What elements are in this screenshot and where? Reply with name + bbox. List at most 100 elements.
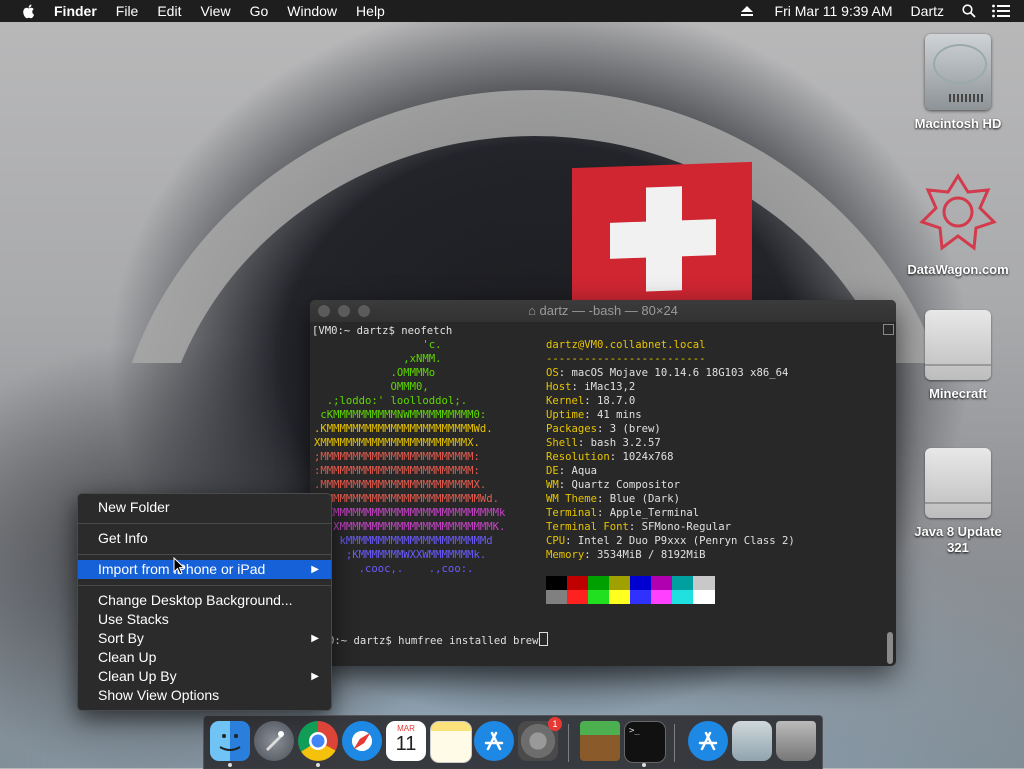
neofetch-info-line: Shell: bash 3.2.57 <box>546 437 661 449</box>
menu-item-get-info[interactable]: Get Info <box>78 529 331 548</box>
neofetch-logo-line: .cooc,. .,coo:. <box>314 563 474 575</box>
dock-preview-icon[interactable] <box>732 721 772 761</box>
terminal-content[interactable]: [VM0:~ dartz$ neofetch 'c. ,xNMM. .OMMMM… <box>310 322 896 666</box>
desktop-icon-datawagon[interactable]: DataWagon.com <box>903 172 1013 278</box>
color-swatch <box>630 590 652 604</box>
menu-bar: Finder File Edit View Go Window Help Fri… <box>0 0 1024 22</box>
color-swatch <box>693 576 715 590</box>
dock-calendar-icon[interactable]: MAR 11 <box>386 721 426 761</box>
split-pane-button[interactable] <box>883 324 894 335</box>
menu-item-use-stacks[interactable]: Use Stacks <box>78 610 331 629</box>
desktop-icon-macintosh-hd[interactable]: Macintosh HD <box>903 34 1013 132</box>
menu-item-sort-by[interactable]: Sort By ▶ <box>78 629 331 648</box>
terminal-window[interactable]: ⌂ dartz — -bash — 80×24 [VM0:~ dartz$ ne… <box>310 300 896 666</box>
menu-separator <box>78 523 331 524</box>
menu-item-show-view-options[interactable]: Show View Options <box>78 686 331 705</box>
dock-notes-icon[interactable] <box>430 721 472 763</box>
neofetch-divider: ------------------------- <box>546 353 706 365</box>
spotlight-search-icon[interactable] <box>962 4 976 18</box>
desktop-icon-label: Minecraft <box>929 386 987 401</box>
terminal-title: dartz — -bash — 80×24 <box>539 303 678 318</box>
dock-chrome-icon[interactable] <box>298 721 338 761</box>
menu-item-import-from-iphone[interactable]: Import from iPhone or iPad ▶ <box>78 560 331 579</box>
color-swatch <box>630 576 652 590</box>
color-swatch <box>567 576 589 590</box>
dock-launchpad-icon[interactable] <box>254 721 294 761</box>
neofetch-logo-line: .XMMMMMMMMMMMMMMMMMMMMMMMMK. <box>314 521 506 533</box>
desktop-icon-minecraft[interactable]: Minecraft <box>903 310 1013 402</box>
neofetch-logo-line: OMMM0, <box>314 381 429 393</box>
dock-trash-icon[interactable] <box>776 721 816 761</box>
neofetch-info-line: Resolution: 1024x768 <box>546 451 674 463</box>
dock: MAR 11 1 >_ <box>203 715 823 769</box>
neofetch-logo-line: kMMMMMMMMMMMMMMMMMMMMMMMMWd. <box>314 493 499 505</box>
neofetch-info-line: DE: Aqua <box>546 465 598 477</box>
apple-menu-icon[interactable] <box>20 2 38 20</box>
neofetch-logo-line: ,xNMM. <box>314 353 442 365</box>
neofetch-logo-line: kMMMMMMMMMMMMMMMMMMMMMMd <box>314 535 493 547</box>
neofetch-info-line: Kernel: 18.7.0 <box>546 395 636 407</box>
neofetch-logo-line: ;KMMMMMMMWXXWMMMMMMMk. <box>314 549 487 561</box>
neofetch-logo-line: 'c. <box>314 339 442 351</box>
neofetch-info-line: CPU: Intel 2 Duo P9xxx (Penryn Class 2) <box>546 535 795 547</box>
close-button[interactable] <box>318 305 330 317</box>
menu-finder[interactable]: Finder <box>54 3 97 19</box>
disk-image-icon <box>925 310 991 380</box>
neofetch-logo-line: :MMMMMMMMMMMMMMMMMMMMMMMM: <box>314 465 480 477</box>
color-swatch <box>651 590 673 604</box>
color-swatch <box>609 590 631 604</box>
color-swatch <box>588 576 610 590</box>
neofetch-userhost: dartz@VM0.collabnet.local <box>546 339 706 351</box>
menu-separator <box>78 585 331 586</box>
menu-go[interactable]: Go <box>250 3 269 19</box>
dock-minecraft-icon[interactable] <box>580 721 620 761</box>
menu-item-clean-up[interactable]: Clean Up <box>78 648 331 667</box>
disk-image-icon <box>925 448 991 518</box>
dock-system-preferences-icon[interactable]: 1 <box>518 717 562 761</box>
neofetch-logo-line: .;loddo:' loolloddol;. <box>314 395 468 407</box>
eject-icon[interactable] <box>740 6 753 16</box>
menu-view[interactable]: View <box>200 3 230 19</box>
neofetch-info-line: WM Theme: Blue (Dark) <box>546 493 680 505</box>
neofetch-logo-line: .XMMMMMMMMMMMMMMMMMMMMMMMMMMk <box>314 507 506 519</box>
submenu-arrow-icon: ▶ <box>311 671 319 682</box>
neofetch-info-line: Terminal Font: SFMono-Regular <box>546 521 731 533</box>
color-swatch <box>693 590 715 604</box>
menu-window[interactable]: Window <box>287 3 337 19</box>
dock-downloads-app-store-icon[interactable] <box>688 721 728 761</box>
menu-edit[interactable]: Edit <box>157 3 181 19</box>
color-swatch <box>672 590 694 604</box>
neofetch-info-line: Packages: 3 (brew) <box>546 423 661 435</box>
menu-item-change-background[interactable]: Change Desktop Background... <box>78 591 331 610</box>
mouse-pointer-icon <box>173 557 185 575</box>
clock[interactable]: Fri Mar 11 9:39 AM <box>775 3 893 19</box>
minimize-button[interactable] <box>338 305 350 317</box>
menu-file[interactable]: File <box>116 3 139 19</box>
color-swatch <box>546 576 568 590</box>
dock-finder-icon[interactable] <box>210 721 250 761</box>
zoom-button[interactable] <box>358 305 370 317</box>
running-indicator <box>642 763 646 767</box>
menu-item-new-folder[interactable]: New Folder <box>78 498 331 517</box>
datawagon-logo-icon <box>919 173 997 251</box>
menu-item-clean-up-by[interactable]: Clean Up By ▶ <box>78 667 331 686</box>
terminal-titlebar[interactable]: ⌂ dartz — -bash — 80×24 <box>310 300 896 322</box>
neofetch-logo-line: ;MMMMMMMMMMMMMMMMMMMMMMMM: <box>314 451 480 463</box>
neofetch-info-line: WM: Quartz Compositor <box>546 479 680 491</box>
desktop-icon-java[interactable]: Java 8 Update 321 <box>903 448 1013 556</box>
dock-safari-icon[interactable] <box>342 721 382 761</box>
dock-app-store-icon[interactable] <box>474 721 514 761</box>
submenu-arrow-icon: ▶ <box>311 633 319 644</box>
dock-terminal-icon[interactable]: >_ <box>624 721 666 763</box>
running-indicator <box>228 763 232 767</box>
color-swatch <box>588 590 610 604</box>
user-menu[interactable]: Dartz <box>911 3 944 19</box>
menu-help[interactable]: Help <box>356 3 385 19</box>
notification-center-icon[interactable] <box>992 4 1010 18</box>
dock-separator <box>674 724 675 762</box>
text-cursor <box>539 632 549 646</box>
neofetch-logo-line: .OMMMMo <box>314 367 436 379</box>
neofetch-info-line: Terminal: Apple_Terminal <box>546 507 700 519</box>
dock-separator <box>568 724 569 762</box>
terminal-scrollbar[interactable] <box>887 632 893 664</box>
